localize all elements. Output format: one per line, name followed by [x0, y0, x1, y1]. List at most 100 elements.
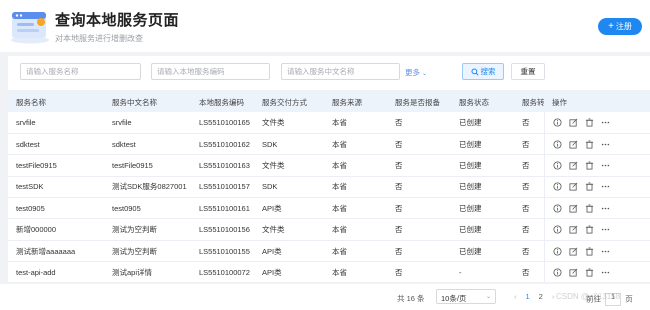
info-icon[interactable] — [552, 204, 562, 213]
delete-icon[interactable] — [585, 161, 594, 170]
delete-icon[interactable] — [585, 118, 594, 127]
table-cell: 否 — [387, 218, 451, 241]
chevron-down-icon: ⌄ — [422, 71, 428, 77]
table-row[interactable]: test-api-add 测试api详情 LS5510100072 API类 本省否 - 否 — [8, 261, 650, 282]
table-cell: 本省 — [324, 112, 387, 134]
info-icon[interactable] — [552, 225, 562, 234]
table-cell: 测试SDK服务0827001 — [104, 176, 191, 199]
table-cell: LS5510100072 — [191, 261, 254, 282]
table-cell: LS5510100157 — [191, 176, 254, 199]
column-header: 本地服务编码 — [191, 92, 254, 112]
reset-button[interactable]: 重置 — [511, 63, 545, 80]
row-actions — [543, 197, 650, 220]
table-cell: 本省 — [324, 133, 387, 156]
page-title: 查询本地服务页面 — [55, 12, 180, 29]
more-actions-icon[interactable] — [601, 204, 610, 213]
more-label: 更多 — [405, 68, 420, 77]
table-cell: 文件类 — [254, 218, 324, 241]
table-cell: 测试为空判断 — [104, 218, 191, 241]
pager: ‹ 1 2 › — [514, 292, 554, 301]
column-header: 服务转 — [514, 92, 544, 112]
row-actions — [543, 133, 650, 156]
service-name-input[interactable] — [20, 63, 141, 80]
page-suffix: 页 — [625, 294, 633, 304]
edit-icon[interactable] — [568, 247, 578, 256]
next-page-icon[interactable]: › — [552, 292, 555, 301]
table-cell: 否 — [387, 176, 451, 199]
more-actions-icon[interactable] — [601, 182, 610, 191]
more-actions-icon[interactable] — [601, 161, 610, 170]
row-actions — [543, 261, 650, 282]
search-button-label: 搜索 — [480, 67, 496, 76]
more-actions-icon[interactable] — [601, 247, 610, 256]
table-cell: 测试为空判断 — [104, 240, 191, 263]
table-cell: 否 — [514, 154, 544, 177]
table-cell: 文件类 — [254, 112, 324, 134]
table-cell: 否 — [514, 218, 544, 241]
search-button[interactable]: 搜索 — [462, 63, 504, 80]
services-table: 服务名称 服务中文名称 本地服务编码 服务交付方式 服务来源 服务是否报备 服务状态 服务转操… — [8, 92, 650, 282]
edit-icon[interactable] — [568, 140, 578, 149]
table-cell: LS5510100162 — [191, 133, 254, 156]
more-actions-icon[interactable] — [601, 268, 610, 277]
page-1[interactable]: 1 — [526, 292, 530, 301]
page-2[interactable]: 2 — [539, 292, 543, 301]
table-row[interactable]: testFile0915 testFile0915 LS5510100163 文件类本… — [8, 154, 650, 177]
delete-icon[interactable] — [585, 140, 594, 149]
table-cell: sdktest — [8, 133, 104, 156]
info-icon[interactable] — [552, 182, 562, 191]
register-button[interactable]: + 注册 — [598, 18, 642, 35]
table-row[interactable]: test0905 test0905 LS5510100161 API类 本省否已创建否 — [8, 197, 650, 220]
page-size-select[interactable]: 10条/页 ⌄ — [436, 289, 496, 304]
table-cell: 本省 — [324, 176, 387, 199]
table-cell: 已创建 — [451, 112, 514, 134]
more-filters-toggle[interactable]: 更多 ⌄ — [405, 67, 427, 78]
edit-icon[interactable] — [568, 225, 578, 234]
row-actions — [543, 240, 650, 263]
info-icon[interactable] — [552, 118, 562, 127]
delete-icon[interactable] — [585, 225, 594, 234]
table-cell: 测试api详情 — [104, 261, 191, 282]
table-cell: - — [451, 261, 514, 282]
service-code-input[interactable] — [151, 63, 270, 80]
delete-icon[interactable] — [585, 182, 594, 191]
edit-icon[interactable] — [568, 268, 578, 277]
table-row[interactable]: srvfile srvfile LS5510100165 文件类 本省否已创建否 — [8, 112, 650, 134]
table-cell: 否 — [387, 240, 451, 263]
more-actions-icon[interactable] — [601, 225, 610, 234]
info-icon[interactable] — [552, 140, 562, 149]
delete-icon[interactable] — [585, 204, 594, 213]
table-cell: test-api-add — [8, 261, 104, 282]
column-header: 服务状态 — [451, 92, 514, 112]
table-row[interactable]: testSDK 测试SDK服务0827001 LS5510100157 SDK 本省否已… — [8, 176, 650, 199]
table-row[interactable]: sdktest sdktest LS5510100162 SDK 本省否已创建否 — [8, 133, 650, 156]
delete-icon[interactable] — [585, 247, 594, 256]
info-icon[interactable] — [552, 161, 562, 170]
column-header: 服务是否报备 — [387, 92, 451, 112]
table-cell: 已创建 — [451, 176, 514, 199]
table-row[interactable]: 新增000000 测试为空判断 LS5510100156 文件类 本省否已创建否 — [8, 218, 650, 241]
service-cn-name-input[interactable] — [281, 63, 400, 80]
column-header: 服务名称 — [8, 92, 104, 112]
info-icon[interactable] — [552, 247, 562, 256]
more-actions-icon[interactable] — [601, 140, 610, 149]
goto-page-input[interactable]: 1 — [605, 293, 622, 306]
table-cell: 已创建 — [451, 154, 514, 177]
more-actions-icon[interactable] — [601, 118, 610, 127]
edit-icon[interactable] — [568, 204, 578, 213]
table-cell: 本省 — [324, 154, 387, 177]
table-cell: test0905 — [8, 197, 104, 220]
edit-icon[interactable] — [568, 161, 578, 170]
edit-icon[interactable] — [568, 182, 578, 191]
edit-icon[interactable] — [568, 118, 578, 127]
delete-icon[interactable] — [585, 268, 594, 277]
column-header: 操作 — [544, 92, 650, 112]
info-icon[interactable] — [552, 268, 562, 277]
table-row[interactable]: 测试新增aaaaaaa 测试为空判断 LS5510100155 API类 本省否已创建否 — [8, 240, 650, 263]
table-cell: LS5510100156 — [191, 218, 254, 241]
row-actions — [543, 218, 650, 241]
total-count: 共 16 条 — [397, 294, 425, 303]
column-header: 服务中文名称 — [104, 92, 191, 112]
row-actions — [543, 154, 650, 177]
prev-page-icon[interactable]: ‹ — [514, 292, 517, 301]
